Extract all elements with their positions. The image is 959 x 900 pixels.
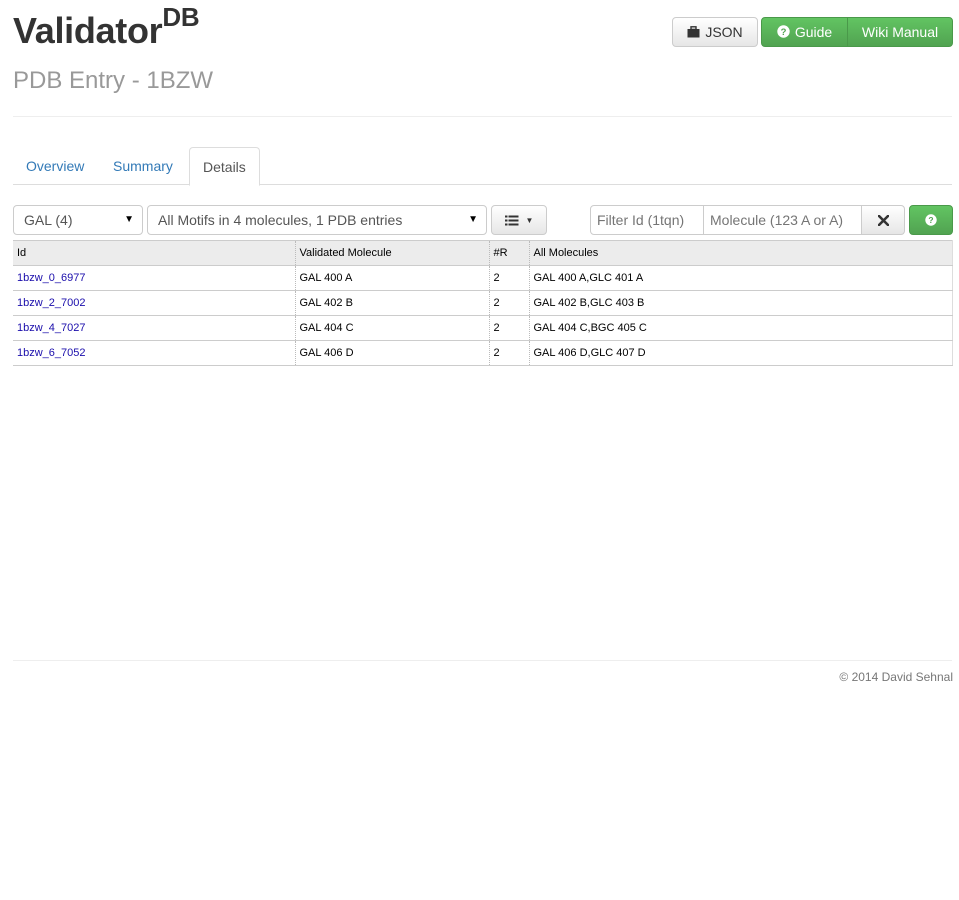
json-button[interactable]: JSON [672,17,758,47]
cell-validated-molecule: GAL 402 B [295,290,490,316]
question-circle-icon: ? [777,19,790,47]
svg-text:?: ? [928,215,933,225]
motif-select[interactable]: All Motifs in 4 molecules, 1 PDB entries… [147,205,487,235]
column-list-button[interactable]: ▼ [491,205,547,235]
guide-button[interactable]: ? Guide [761,17,848,47]
caret-down-icon: ▼ [525,216,534,226]
question-circle-icon: ? [925,207,937,235]
table-row: 1bzw_6_7052 GAL 406 D 2 GAL 406 D,GLC 40… [13,340,953,366]
cell-validated-molecule: GAL 400 A [295,265,490,291]
cell-id: 1bzw_4_7027 [13,315,296,341]
cell-r: 2 [489,290,530,316]
footer-copyright: © 2014 David Sehnal [839,670,953,684]
cell-r: 2 [489,315,530,341]
cell-r: 2 [489,265,530,291]
cell-all-molecules: GAL 406 D,GLC 407 D [529,340,953,366]
entry-link[interactable]: 1bzw_4_7027 [17,322,86,334]
motif-select-value: All Motifs in 4 molecules, 1 PDB entries [158,212,403,228]
entry-link[interactable]: 1bzw_6_7052 [17,347,86,359]
cell-all-molecules: GAL 404 C,BGC 405 C [529,315,953,341]
cell-all-molecules: GAL 402 B,GLC 403 B [529,290,953,316]
title-superscript: DB [162,2,200,32]
column-header-id[interactable]: Id [13,240,296,266]
table-header-row: Id Validated Molecule #R All Molecules [13,240,953,266]
remove-icon [877,207,889,235]
column-header-validated-molecule[interactable]: Validated Molecule [295,240,490,266]
svg-text:?: ? [780,27,786,38]
residue-select[interactable]: GAL (4) ▼ [13,205,143,235]
molecule-input[interactable] [703,205,862,235]
clear-filter-button[interactable] [861,205,905,235]
details-table: Id Validated Molecule #R All Molecules 1… [13,240,953,366]
briefcase-icon [687,19,700,47]
wiki-label: Wiki Manual [861,24,939,40]
table-row: 1bzw_4_7027 GAL 404 C 2 GAL 404 C,BGC 40… [13,315,953,341]
tab-details[interactable]: Details [189,147,260,186]
page-subtitle: PDB Entry - 1BZW [13,67,214,94]
filter-help-button[interactable]: ? [909,205,953,235]
title-text: Validator [13,10,163,51]
tab-overview[interactable]: Overview [13,147,97,185]
tab-summary[interactable]: Summary [100,147,186,185]
entry-link[interactable]: 1bzw_0_6977 [17,272,86,284]
page-title: ValidatorDB [13,4,200,52]
entry-link[interactable]: 1bzw_2_7002 [17,297,86,309]
filter-id-input[interactable] [590,205,704,235]
cell-all-molecules: GAL 400 A,GLC 401 A [529,265,953,291]
column-header-all-molecules[interactable]: All Molecules [529,240,953,266]
table-row: 1bzw_2_7002 GAL 402 B 2 GAL 402 B,GLC 40… [13,290,953,316]
residue-select-value: GAL (4) [24,212,73,228]
guide-label: Guide [794,24,833,40]
cell-id: 1bzw_6_7052 [13,340,296,366]
header-divider [13,116,952,117]
wiki-manual-button[interactable]: Wiki Manual [847,17,953,47]
tab-bar: Overview Summary Details [13,147,952,186]
cell-r: 2 [489,340,530,366]
json-label: JSON [705,24,743,40]
cell-id: 1bzw_2_7002 [13,290,296,316]
list-icon [504,207,519,235]
table-row: 1bzw_0_6977 GAL 400 A 2 GAL 400 A,GLC 40… [13,265,953,291]
column-header-r[interactable]: #R [489,240,530,266]
caret-down-icon: ▼ [468,214,478,225]
caret-down-icon: ▼ [124,214,134,225]
footer-divider [13,660,952,661]
cell-validated-molecule: GAL 404 C [295,315,490,341]
cell-validated-molecule: GAL 406 D [295,340,490,366]
cell-id: 1bzw_0_6977 [13,265,296,291]
